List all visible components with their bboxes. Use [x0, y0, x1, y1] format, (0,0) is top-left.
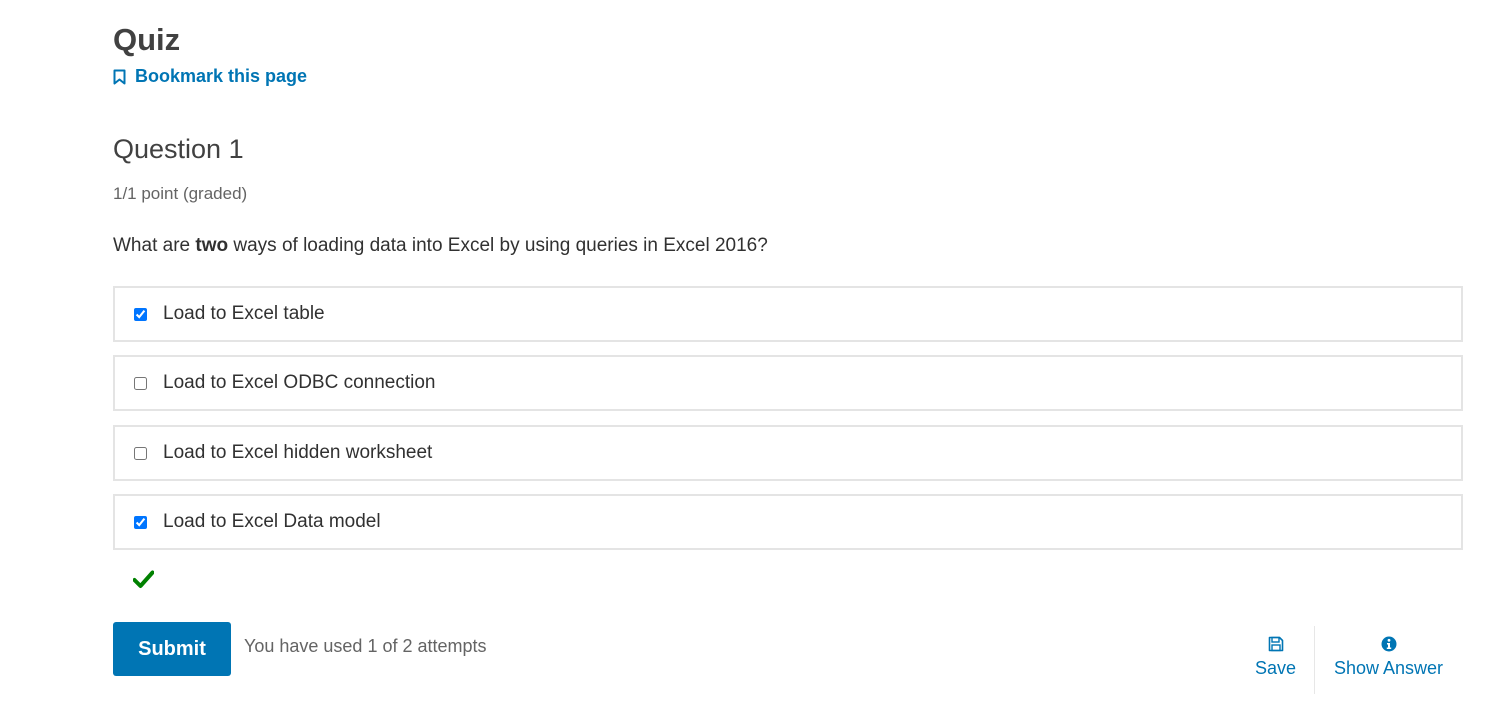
save-button[interactable]: Save [1255, 636, 1296, 679]
prompt-text-end: ways of loading data into Excel by using… [228, 235, 768, 256]
question-prompt: What are two ways of loading data into E… [113, 235, 768, 257]
submit-button[interactable]: Submit [113, 622, 231, 676]
choice-option-1[interactable]: Load to Excel table [113, 286, 1463, 342]
choice-label-3: Load to Excel hidden worksheet [163, 442, 433, 463]
choice-label-2: Load to Excel ODBC connection [163, 372, 436, 393]
prompt-emphasis: two [195, 235, 229, 256]
bookmark-label: Bookmark this page [135, 66, 308, 86]
choice-checkbox-1[interactable] [134, 307, 147, 321]
show-answer-button[interactable]: Show Answer [1334, 636, 1443, 679]
choice-checkbox-3[interactable] [134, 446, 147, 460]
choice-label-1: Load to Excel table [163, 303, 325, 324]
action-divider [1314, 626, 1315, 694]
page-title: Quiz [113, 22, 181, 57]
prompt-text-start: What are [113, 235, 196, 256]
choice-option-4[interactable]: Load to Excel Data model [113, 494, 1463, 550]
info-icon [1381, 636, 1397, 658]
question-title: Question 1 [113, 134, 244, 164]
attempts-text: You have used 1 of 2 attempts [244, 636, 487, 656]
choice-option-2[interactable]: Load to Excel ODBC connection [113, 355, 1463, 411]
save-icon [1268, 636, 1284, 658]
points-label: 1/1 point (graded) [113, 184, 248, 203]
choice-option-3[interactable]: Load to Excel hidden worksheet [113, 425, 1463, 481]
save-label: Save [1255, 658, 1297, 678]
choice-label-4: Load to Excel Data model [163, 511, 381, 532]
choice-checkbox-2[interactable] [134, 376, 147, 390]
bookmark-icon [113, 69, 126, 85]
choice-checkbox-4[interactable] [134, 515, 147, 529]
checkmark-icon [132, 570, 155, 594]
bookmark-button[interactable]: Bookmark this page [113, 66, 307, 87]
show-answer-label: Show Answer [1334, 658, 1444, 678]
